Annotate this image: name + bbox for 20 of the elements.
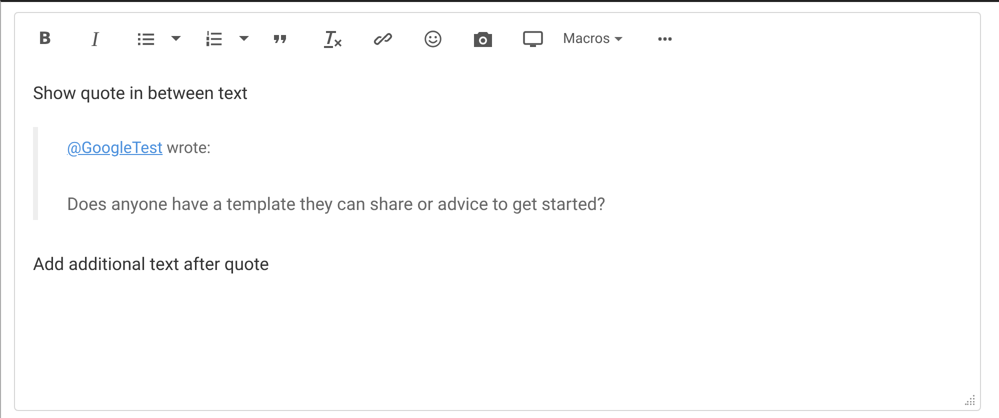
bulleted-list-icon[interactable]	[138, 31, 155, 47]
link-icon[interactable]	[373, 30, 393, 48]
resize-grip-icon[interactable]	[965, 395, 975, 405]
caret-icon[interactable]	[171, 36, 181, 42]
quote-icon[interactable]	[274, 35, 286, 43]
more-icon[interactable]	[658, 37, 672, 41]
quote-text: Does anyone have a template they can share or advice to get started?	[67, 194, 606, 217]
camera-icon[interactable]	[473, 30, 493, 48]
macros-dropdown[interactable]: Macros	[563, 31, 623, 47]
paragraph-text: Add additional text after quote	[33, 254, 270, 277]
caret-icon	[614, 36, 623, 42]
bold-button[interactable]: B	[38, 29, 52, 49]
smiley-icon[interactable]	[423, 30, 443, 48]
monitor-icon[interactable]	[523, 30, 543, 48]
italic-button[interactable]: I	[88, 26, 102, 52]
numbered-list-icon[interactable]	[206, 31, 223, 47]
paragraph-text: Show quote in between text	[33, 83, 249, 106]
caret-icon[interactable]	[239, 36, 249, 42]
wrote-label: wrote:	[166, 138, 211, 157]
clear-formatting-icon[interactable]	[323, 30, 343, 48]
